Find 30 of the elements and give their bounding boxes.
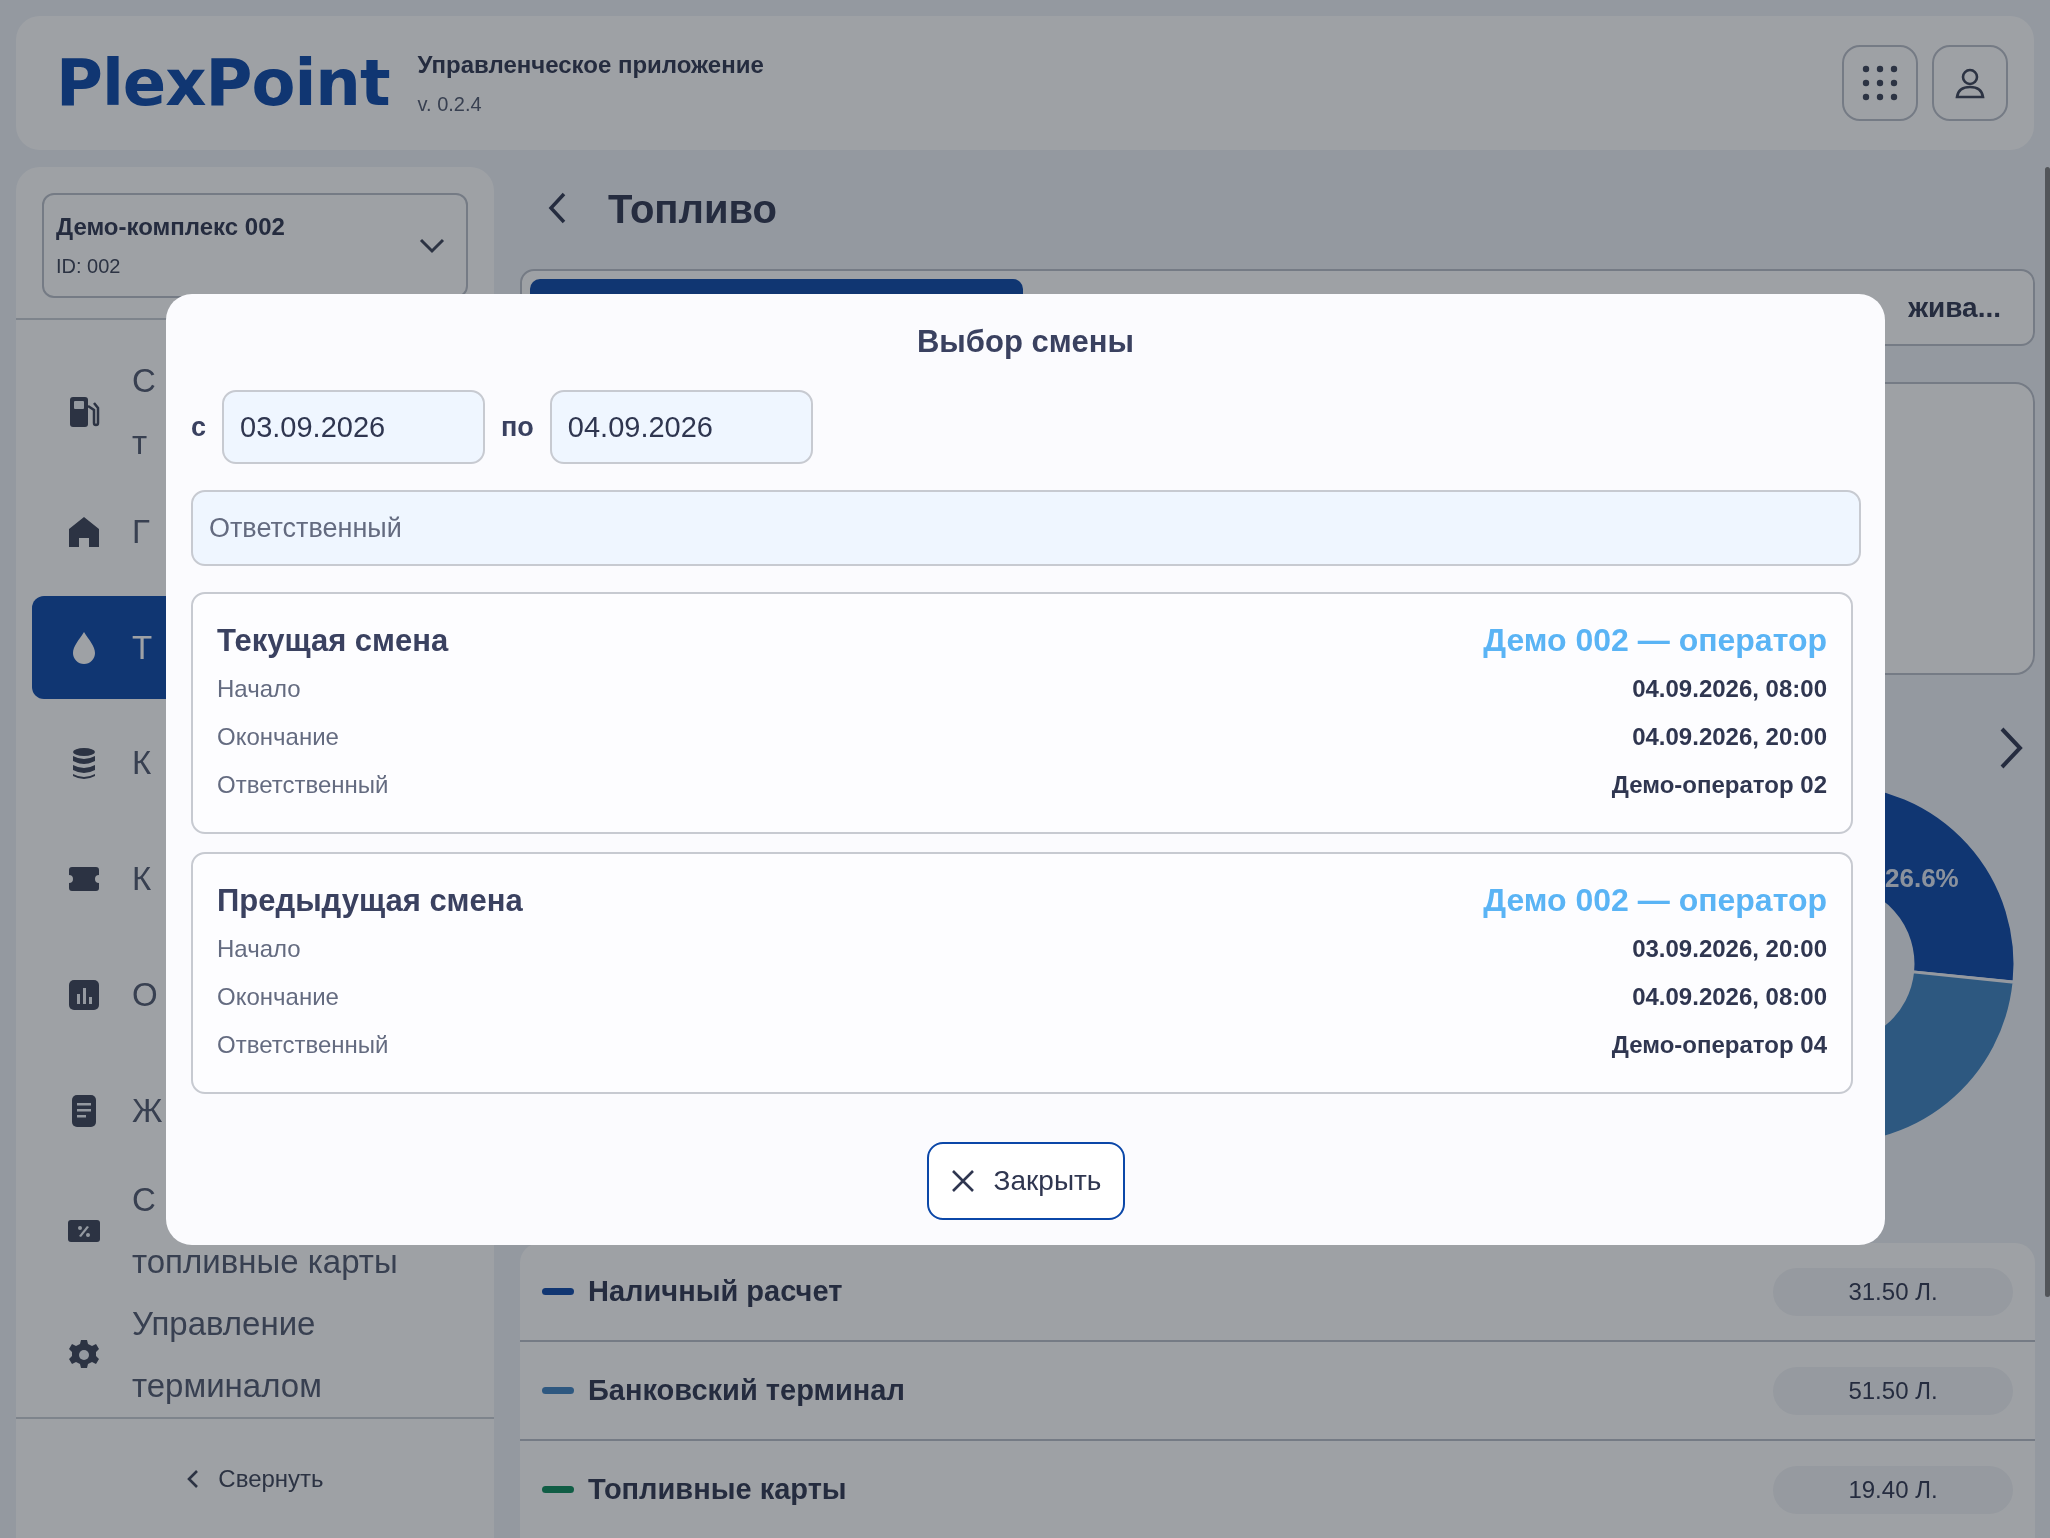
- complex-id: ID: 002: [56, 255, 122, 279]
- volume-value: 19.40 Л.: [1773, 1465, 2013, 1514]
- page-title: Топливо: [608, 187, 777, 233]
- field-label: Окончание: [217, 723, 339, 751]
- shift-title: Предыдущая смена: [217, 882, 523, 919]
- volume-value: 31.50 Л.: [1773, 1267, 2013, 1316]
- legend-label: Топливные карты: [588, 1473, 847, 1506]
- slice-label: 26.6%: [1885, 863, 1959, 894]
- from-label: с: [191, 411, 207, 443]
- field-label: Окончание: [217, 983, 339, 1011]
- to-label: по: [501, 411, 534, 443]
- field-value: 04.09.2026, 08:00: [1632, 983, 1827, 1011]
- field-value: Демо-оператор 04: [1611, 1031, 1827, 1059]
- field-label: Ответственный: [217, 771, 389, 799]
- field-value: Демо-оператор 02: [1611, 771, 1827, 799]
- field-value: 04.09.2026, 08:00: [1632, 675, 1827, 703]
- legend-label: Банковский терминал: [588, 1374, 905, 1407]
- field-value: 04.09.2026, 20:00: [1632, 723, 1827, 751]
- field-label: Начало: [217, 935, 301, 963]
- volume-value: 51.50 Л.: [1773, 1366, 2013, 1415]
- shift-title: Текущая смена: [217, 622, 449, 659]
- app-name: Управленческое приложение: [417, 50, 764, 79]
- dialog-title: Выбор смены: [916, 324, 1135, 360]
- logo: PlexPoint: [56, 46, 390, 120]
- field-label: Ответственный: [217, 1031, 389, 1059]
- complex-name: Демо-комплекс 002: [56, 213, 286, 242]
- field-value: 03.09.2026, 20:00: [1632, 935, 1827, 963]
- legend-label: Наличный расчет: [588, 1275, 843, 1308]
- field-label: Начало: [217, 675, 301, 703]
- version-label: v. 0.2.4: [417, 92, 483, 116]
